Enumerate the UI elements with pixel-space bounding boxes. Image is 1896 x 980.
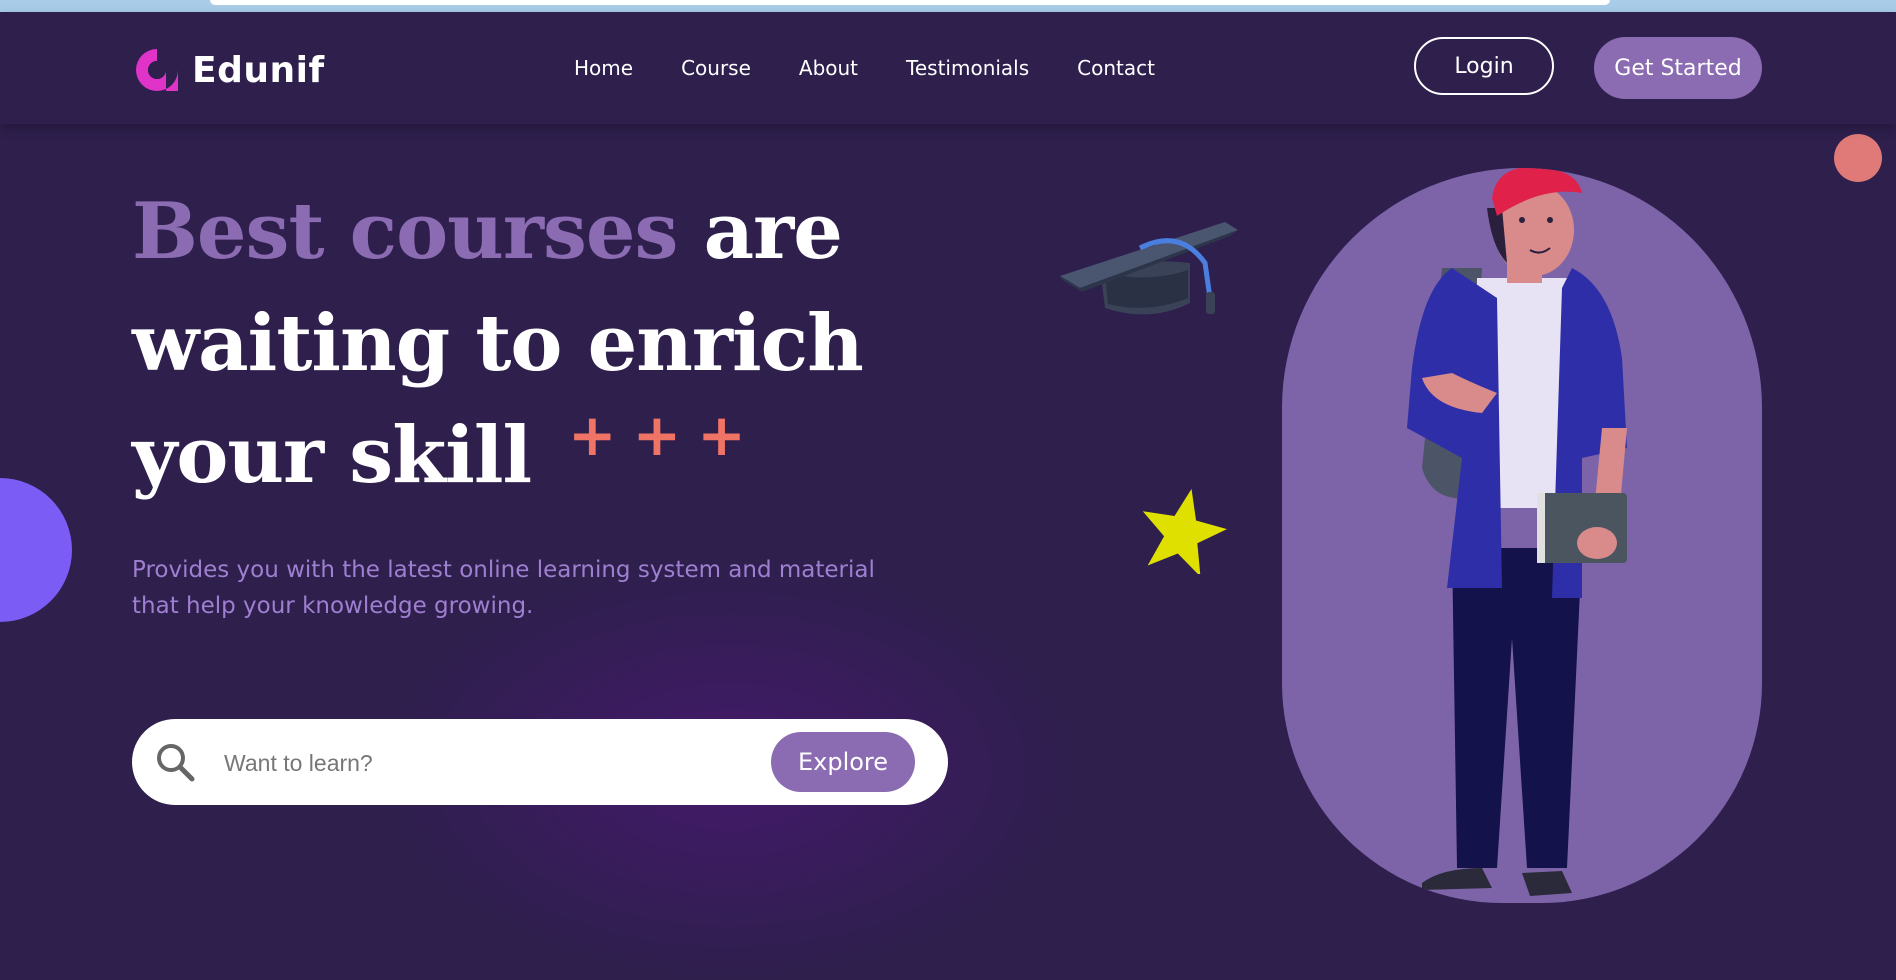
- hero-title-accent: Best courses: [132, 186, 678, 277]
- search-input[interactable]: [222, 737, 866, 789]
- nav-testimonials[interactable]: Testimonials: [906, 56, 1029, 80]
- decorative-circle-left: [0, 478, 72, 622]
- nav-home[interactable]: Home: [574, 56, 633, 80]
- get-started-button[interactable]: Get Started: [1594, 37, 1762, 99]
- browser-top-strip: [0, 0, 1896, 12]
- brand-logo[interactable]: Edunif: [132, 45, 325, 95]
- plus-icon: +: [697, 401, 746, 469]
- search-bar: Explore: [132, 719, 948, 805]
- star-icon: [1142, 488, 1227, 574]
- hero-title-line3: your skill: [132, 410, 532, 501]
- logo-icon: [136, 49, 178, 91]
- student-illustration: [1407, 168, 1627, 896]
- plus-icon: +: [568, 401, 617, 469]
- hero-title: Best courses are waiting to enrich your …: [132, 176, 864, 512]
- hero-subtitle: Provides you with the latest online lear…: [132, 557, 875, 619]
- decorative-circle-small: [1834, 134, 1882, 182]
- nav-about[interactable]: About: [799, 56, 858, 80]
- graduation-cap-icon: [1060, 222, 1238, 315]
- explore-button[interactable]: Explore: [771, 732, 915, 792]
- hero-title-line2: waiting to enrich: [132, 298, 864, 389]
- search-icon: [157, 744, 195, 782]
- hero-title-part1: are: [677, 186, 843, 277]
- nav-contact[interactable]: Contact: [1077, 56, 1155, 80]
- hero-image-panel: [1282, 168, 1762, 903]
- login-button[interactable]: Login: [1414, 37, 1554, 95]
- main-nav: Home Course About Testimonials Contact: [574, 56, 1155, 80]
- nav-course[interactable]: Course: [681, 56, 751, 80]
- decorative-pluses: + + +: [568, 405, 746, 465]
- brand-name: Edunif: [192, 49, 325, 91]
- plus-icon: +: [632, 401, 682, 469]
- navbar: Edunif Home Course About Testimonials Co…: [0, 12, 1896, 124]
